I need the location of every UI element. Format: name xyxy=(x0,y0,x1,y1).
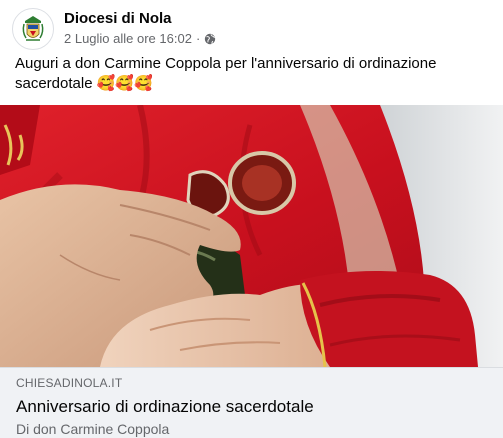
facebook-post: Diocesi di Nola 2 Luglio alle ore 16:02 … xyxy=(0,0,503,438)
diocese-crest-icon xyxy=(14,10,52,48)
page-name-link[interactable]: Diocesi di Nola xyxy=(64,10,216,28)
globe-icon[interactable] xyxy=(204,33,216,45)
post-header: Diocesi di Nola 2 Luglio alle ore 16:02 … xyxy=(12,8,216,50)
post-message-text: Auguri a don Carmine Coppola per l'anniv… xyxy=(15,55,437,92)
post-message: Auguri a don Carmine Coppola per l'anniv… xyxy=(15,54,489,94)
link-title[interactable]: Anniversario di ordinazione sacerdotale xyxy=(16,396,314,418)
post-timestamp[interactable]: 2 Luglio alle ore 16:02 xyxy=(64,30,192,48)
link-description: Di don Carmine Coppola xyxy=(16,421,170,437)
heart-face-emojis: 🥰🥰🥰 xyxy=(96,75,153,92)
link-domain: CHIESADINOLA.IT xyxy=(16,376,123,390)
hands-holding-chalice-photo xyxy=(0,105,503,367)
link-preview-image[interactable] xyxy=(0,105,503,367)
meta-separator: · xyxy=(195,31,201,46)
page-avatar[interactable] xyxy=(12,8,54,50)
link-preview-footer[interactable]: CHIESADINOLA.IT Anniversario di ordinazi… xyxy=(0,367,503,438)
